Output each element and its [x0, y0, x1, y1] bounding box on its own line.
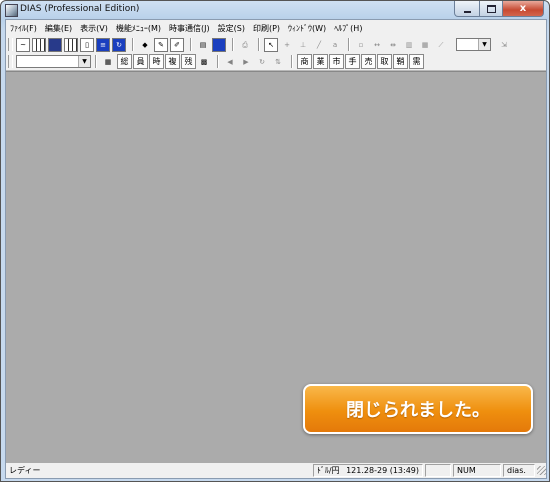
menu-settings[interactable]: 設定(S): [214, 20, 249, 35]
period-select[interactable]: ▼: [456, 38, 491, 51]
printer-icon[interactable]: ⎙: [238, 38, 252, 52]
blank-pane: [425, 464, 451, 477]
pointer-icon[interactable]: ↖: [264, 37, 278, 52]
news-icon[interactable]: ≡: [96, 37, 110, 52]
arrow-left-icon[interactable]: ◀: [223, 55, 237, 69]
fx-value: 121.28-29: [346, 466, 388, 475]
secondary-toolbar: ▼ ▦ 総 員 時 複 残 ▩ ◀ ▶ ↻ ⇅ 商 業 市 手 売 取 鞘 需: [6, 53, 546, 71]
chevron-down-icon[interactable]: ▼: [478, 39, 490, 50]
menu-view[interactable]: 表示(V): [76, 20, 112, 35]
symbol-select[interactable]: ▼: [16, 55, 91, 68]
resize-grip-icon[interactable]: [537, 466, 546, 475]
candle-chart-icon[interactable]: ▦: [418, 38, 432, 52]
shrink-horizontal-icon[interactable]: ⇹: [386, 38, 400, 52]
menu-window[interactable]: ｳｨﾝﾄﾞｳ(W): [284, 20, 330, 35]
close-icon: x: [519, 3, 527, 14]
toolbar-separator: [291, 55, 293, 68]
market-button-commerce[interactable]: 商: [297, 54, 312, 69]
fx-time: (13:49): [389, 466, 419, 475]
memo-icon[interactable]: ▤: [196, 38, 210, 52]
market-button-demand[interactable]: 需: [409, 54, 424, 69]
app-icon[interactable]: [5, 4, 18, 17]
status-bar: レディー ﾄﾞﾙ/円 121.28-29 (13:49) NUM dias.: [6, 463, 546, 478]
scale-icon[interactable]: ⇅: [271, 55, 285, 69]
toolbar-separator: [232, 38, 234, 51]
menu-print[interactable]: 印刷(P): [249, 20, 284, 35]
line-draw-icon[interactable]: ╱: [312, 38, 326, 52]
table-icon[interactable]: [32, 37, 46, 52]
member-button[interactable]: 員: [133, 54, 148, 69]
close-button[interactable]: x: [503, 1, 544, 17]
expand-horizontal-icon[interactable]: ↔: [370, 38, 384, 52]
notepad-icon[interactable]: ✐: [170, 37, 184, 52]
fx-label: ﾄﾞﾙ/円: [316, 466, 340, 475]
composite-button[interactable]: 複: [165, 54, 180, 69]
crosshair-icon[interactable]: +: [280, 38, 294, 52]
trend-chart-icon[interactable]: ⟋: [434, 38, 448, 52]
market-button-industry[interactable]: 業: [313, 54, 328, 69]
text-tool-icon[interactable]: a: [328, 38, 342, 52]
bar-chart-icon[interactable]: ▥: [402, 38, 416, 52]
minimize-button[interactable]: [454, 1, 480, 17]
balance-button[interactable]: 残: [181, 54, 196, 69]
maximize-icon: [486, 4, 496, 13]
chevron-down-icon[interactable]: ▼: [78, 56, 90, 67]
window-title: DIAS (Professional Edition): [20, 4, 140, 14]
market-button-sell[interactable]: 売: [361, 54, 376, 69]
minimize-icon: [463, 10, 471, 13]
time-button[interactable]: 時: [149, 54, 164, 69]
chart-line-icon[interactable]: ~: [16, 37, 30, 52]
num-indicator: NUM: [453, 464, 501, 477]
quote-board-icon[interactable]: ▦: [101, 55, 115, 69]
main-toolbar: ~ ▯ ≡ ↻ ◆ ✎ ✐ ▤ ⎙ ↖ + ⊥ ╱ a ▫ ↔ ⇹ ▥ ▦ ⟋ …: [6, 36, 546, 53]
toolbar-grip[interactable]: [8, 38, 13, 51]
market-button-spread[interactable]: 鞘: [393, 54, 408, 69]
closed-notification: 閉じられました。: [303, 384, 533, 434]
reload-icon[interactable]: ↻: [255, 55, 269, 69]
arrow-right-icon[interactable]: ▶: [239, 55, 253, 69]
page-icon[interactable]: ▫: [354, 38, 368, 52]
market-button-hand[interactable]: 手: [345, 54, 360, 69]
market-button-trade[interactable]: 取: [377, 54, 392, 69]
toolbar-separator: [95, 55, 97, 68]
document-icon[interactable]: ▯: [80, 37, 94, 52]
app-window: DIAS (Professional Edition) x ﾌｧｲﾙ(F) 編集…: [0, 0, 550, 482]
menu-edit[interactable]: 編集(E): [41, 20, 76, 35]
toolbar-separator: [217, 55, 219, 68]
window-icon[interactable]: [48, 37, 62, 52]
edit-icon[interactable]: ✎: [154, 37, 168, 52]
ticker-icon[interactable]: ▩: [197, 55, 211, 69]
eraser-icon[interactable]: ◆: [138, 38, 152, 52]
grid-icon[interactable]: [64, 37, 78, 52]
fx-rate-pane: ﾄﾞﾙ/円 121.28-29 (13:49): [312, 464, 423, 477]
menu-jiji[interactable]: 時事通信(J): [165, 20, 214, 35]
toolbar-grip[interactable]: [8, 55, 13, 68]
menu-file[interactable]: ﾌｧｲﾙ(F): [6, 20, 41, 35]
summary-button[interactable]: 総: [117, 54, 132, 69]
status-ready: レディー: [9, 466, 41, 475]
menu-function[interactable]: 機能ﾒﾆｭｰ(M): [112, 20, 165, 35]
refresh-icon[interactable]: ↻: [112, 37, 126, 52]
menu-bar: ﾌｧｲﾙ(F) 編集(E) 表示(V) 機能ﾒﾆｭｰ(M) 時事通信(J) 設定…: [6, 20, 546, 35]
toolbar-separator: [258, 38, 260, 51]
caption-buttons: x: [454, 1, 544, 17]
apply-icon[interactable]: ⇲: [497, 38, 511, 52]
toolbar-separator: [132, 38, 134, 51]
maximize-button[interactable]: [480, 1, 503, 17]
menu-help[interactable]: ﾍﾙﾌﾟ(H): [330, 20, 366, 35]
title-bar[interactable]: DIAS (Professional Edition) x: [1, 1, 549, 19]
market-button-market[interactable]: 市: [329, 54, 344, 69]
toolbar-separator: [190, 38, 192, 51]
toolbar-separator: [348, 38, 350, 51]
blue-square-icon[interactable]: [212, 37, 226, 52]
app-indicator: dias.: [503, 464, 535, 477]
anchor-icon[interactable]: ⊥: [296, 38, 310, 52]
